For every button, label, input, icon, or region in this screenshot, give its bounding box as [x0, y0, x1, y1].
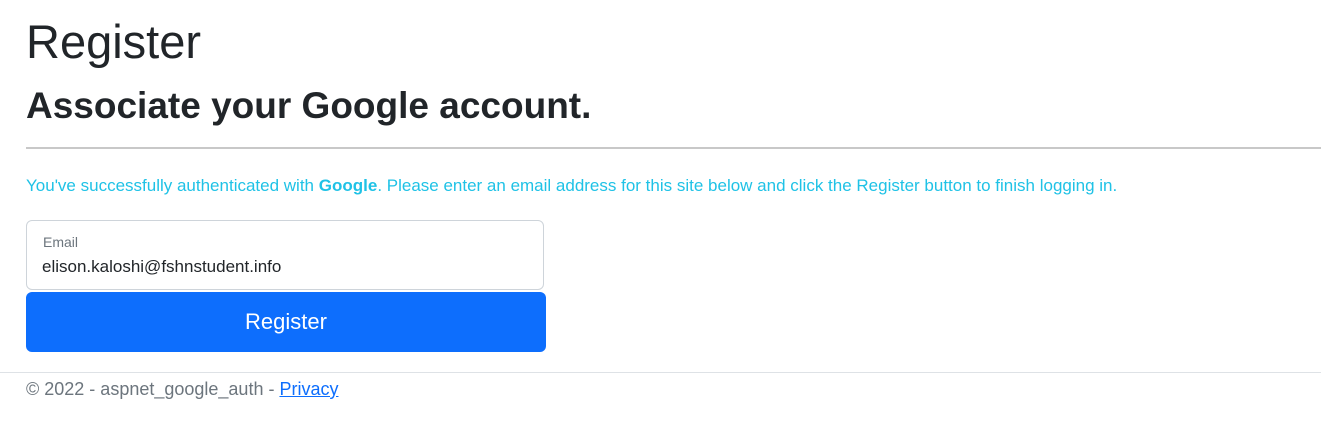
email-label: Email [43, 234, 79, 250]
copyright-text: © 2022 - aspnet_google_auth - [26, 379, 280, 399]
footer: © 2022 - aspnet_google_auth - Privacy [0, 372, 1321, 399]
footer-text: © 2022 - aspnet_google_auth - Privacy [26, 379, 338, 400]
email-input[interactable] [42, 257, 522, 277]
register-button[interactable]: Register [26, 292, 546, 352]
info-suffix: . Please enter an email address for this… [377, 176, 1118, 195]
privacy-link[interactable]: Privacy [279, 379, 338, 399]
page-subtitle: Associate your Google account. [26, 85, 592, 126]
email-field[interactable]: Email [26, 220, 544, 290]
info-message: You've successfully authenticated with G… [26, 175, 1117, 197]
page-title: Register [26, 15, 202, 68]
info-prefix: You've successfully authenticated with [26, 176, 319, 195]
divider [26, 147, 1321, 149]
info-provider: Google [318, 176, 378, 195]
